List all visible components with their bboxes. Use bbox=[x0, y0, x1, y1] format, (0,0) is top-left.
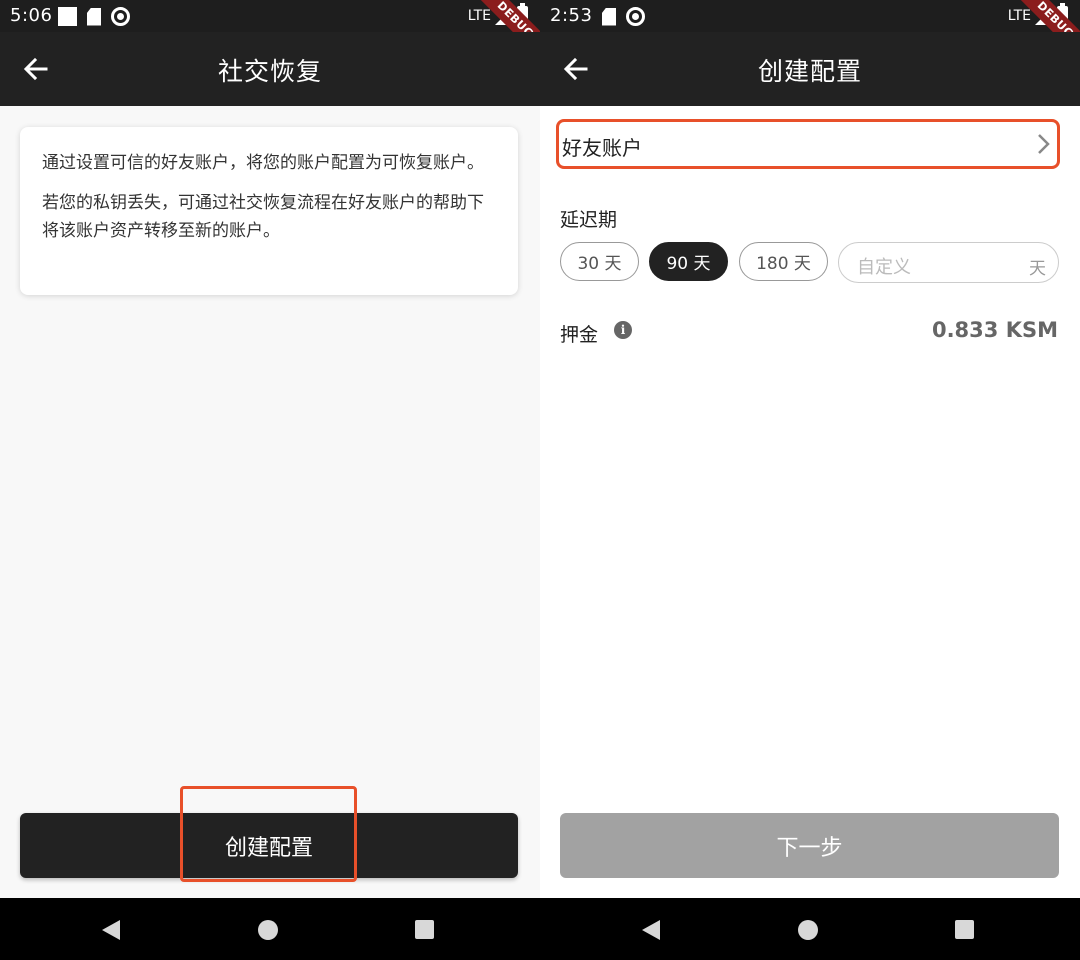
next-step-button[interactable]: 下一步 bbox=[560, 813, 1059, 878]
status-bar: 5:06 LTE bbox=[0, 0, 540, 32]
sd-card-icon bbox=[602, 7, 616, 26]
status-time: 5:06 bbox=[10, 5, 53, 26]
sd-card-icon bbox=[87, 7, 101, 26]
network-type: LTE bbox=[1007, 7, 1031, 24]
nav-home-icon[interactable] bbox=[258, 920, 278, 940]
custom-delay-unit: 天 bbox=[1029, 259, 1046, 279]
info-card: 通过设置可信的好友账户，将您的账户配置为可恢复账户。 若您的私钥丢失，可通过社交… bbox=[20, 127, 518, 295]
system-nav-bar bbox=[0, 898, 540, 960]
nav-back-icon[interactable] bbox=[102, 920, 120, 940]
screenshot-pair: 5:06 LTE DEBUG 社交恢复 通过设置可信的好友账户，将您的账户配置为… bbox=[0, 0, 1080, 960]
info-icon[interactable]: i bbox=[614, 321, 632, 339]
create-config-button[interactable]: 创建配置 bbox=[20, 813, 518, 878]
nav-home-icon[interactable] bbox=[798, 920, 818, 940]
info-paragraph-2: 若您的私钥丢失，可通过社交恢复流程在好友账户的帮助下将该账户资产转移至新的账户。 bbox=[42, 193, 484, 241]
page-title: 社交恢复 bbox=[217, 57, 322, 86]
sync-icon bbox=[626, 7, 645, 26]
app-bar: 创建配置 bbox=[540, 32, 1080, 106]
status-notification-icons bbox=[602, 7, 645, 26]
app-bar: 社交恢复 bbox=[0, 32, 540, 106]
nav-back-icon[interactable] bbox=[642, 920, 660, 940]
system-nav-bar bbox=[540, 898, 1080, 960]
delay-period-label: 延迟期 bbox=[560, 209, 618, 231]
custom-delay-placeholder: 自定义 bbox=[857, 257, 911, 278]
nav-recents-icon[interactable] bbox=[415, 920, 434, 939]
notification-square-icon bbox=[58, 7, 77, 26]
deposit-label: 押金 bbox=[560, 324, 599, 346]
info-paragraph-1: 通过设置可信的好友账户，将您的账户配置为可恢复账户。 bbox=[42, 153, 484, 173]
network-type: LTE bbox=[467, 7, 491, 24]
status-bar: 2:53 LTE bbox=[540, 0, 1080, 32]
delay-option-90[interactable]: 90 天 bbox=[649, 242, 728, 281]
delay-option-180[interactable]: 180 天 bbox=[739, 242, 828, 281]
page-title: 创建配置 bbox=[757, 57, 862, 86]
deposit-value: 0.833 KSM bbox=[931, 318, 1058, 342]
delay-option-30[interactable]: 30 天 bbox=[560, 242, 639, 281]
sync-icon bbox=[111, 7, 130, 26]
status-notification-icons bbox=[58, 7, 130, 26]
left-phone-screen: 5:06 LTE DEBUG 社交恢复 通过设置可信的好友账户，将您的账户配置为… bbox=[0, 0, 540, 960]
nav-recents-icon[interactable] bbox=[955, 920, 974, 939]
custom-delay-input[interactable]: 自定义 天 bbox=[838, 242, 1059, 283]
friend-accounts-row[interactable]: 好友账户 bbox=[556, 119, 1060, 169]
friend-accounts-label: 好友账户 bbox=[562, 136, 642, 160]
status-time: 2:53 bbox=[550, 5, 593, 26]
chevron-right-icon bbox=[1038, 134, 1050, 154]
